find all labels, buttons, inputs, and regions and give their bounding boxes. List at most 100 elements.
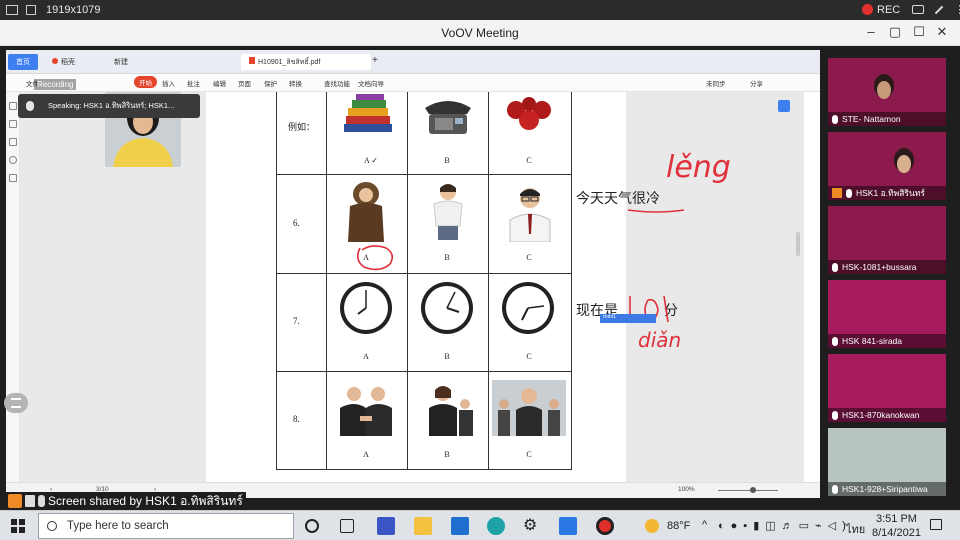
window-title: VoOV Meeting [441,26,519,40]
restore-icon[interactable]: ▢ [886,24,904,40]
tab-home[interactable]: 首页 [8,54,38,70]
bookmark-icon[interactable] [9,120,17,128]
participant-mic-icon [832,336,838,346]
menu-start[interactable]: 开始 [134,76,157,88]
stamp-icon[interactable] [9,174,17,182]
telephone-image [425,101,471,134]
menu-page[interactable]: 页面 [238,78,251,88]
weather-temp[interactable]: 88°F [667,520,690,532]
participant-tile[interactable]: HSK-1081+bussara [828,206,946,274]
participant-mic-icon [846,188,852,198]
more-icon[interactable]: ⋮ [954,3,960,16]
books-image [344,94,392,132]
task-view-icon[interactable] [340,519,354,533]
clock-date[interactable]: 8/14/2021 [872,527,921,539]
window-icon[interactable] [6,5,18,15]
sync-status[interactable]: 未同步 [706,78,726,88]
windows-start-icon[interactable] [11,519,25,533]
participant-tile[interactable]: HSK1-928+Siripantiwa [828,428,946,496]
file-explorer-icon[interactable] [414,517,432,535]
minimize-icon[interactable]: – [862,24,880,39]
rec-label: REC [877,3,901,16]
close-icon[interactable]: ✕ [933,24,951,40]
mail-icon[interactable] [451,517,469,535]
menu-doc-guide[interactable]: 文档向导 [358,78,384,88]
menu-comment[interactable]: 批注 [187,78,200,88]
menu-find[interactable]: 查找功能 [324,78,350,88]
pdf-icon [249,57,255,64]
participant-tile[interactable]: HSK 841-sirada [828,280,946,348]
zoom-level[interactable]: 100% [678,486,695,493]
settings-icon[interactable]: ⚙ [523,515,541,534]
two-businessmen-image [340,387,392,436]
resolution-label: 1919x1079 [46,4,101,16]
winter-coat-woman-image [348,182,384,242]
participant-tile[interactable]: HSK1 อ.ทิพสิรินทร์ [828,132,946,200]
search-placeholder: Type here to search [67,520,169,532]
share-button[interactable]: 分享 [750,78,763,88]
woman-white-shirt-image [433,184,463,240]
maximize-icon[interactable]: ☐ [910,24,928,40]
pen-icon[interactable] [934,5,944,14]
q6-option-b: B [444,253,450,262]
thumbnail-icon[interactable] [9,102,17,110]
menu-insert[interactable]: 插入 [162,78,175,88]
whiteboard-app-icon[interactable] [377,517,395,535]
tray-chevron-icon[interactable]: ^ [702,519,707,531]
tab-docer[interactable]: 稻壳 [44,54,83,70]
taskbar-search[interactable]: Type here to search [38,513,294,539]
notification-icon[interactable] [930,519,942,530]
zoom-slider-handle[interactable] [750,487,756,493]
share-screen-icon [25,495,35,507]
wps-float-icon[interactable] [778,100,790,112]
option-c-label: C [526,156,532,165]
man-glasses-image [509,188,551,242]
menu-convert[interactable]: 转换 [289,78,302,88]
participant-name: HSK1-870kanokwan [842,410,920,420]
tray-icons[interactable]: ◐●▪▮◫♬▭⌁◁) [718,519,852,532]
speaking-indicator: Speaking: HSK1 อ.ทิพสิรินทร์; HSK1... [18,94,200,118]
cursor-label: mini1 [600,314,656,323]
menu-edit[interactable]: 编辑 [213,78,226,88]
microphone-icon [26,101,34,111]
camera-icon[interactable] [912,5,925,14]
menu-protect[interactable]: 保护 [264,78,277,88]
participant-name: HSK 841-sirada [842,336,903,346]
comment-icon[interactable] [9,138,17,146]
participant-mic-icon [832,262,838,272]
window-titlebar: VoOV Meeting – ▢ ☐ ✕ [0,20,960,46]
input-language[interactable]: ไทย [846,520,865,538]
list-icon [11,398,21,408]
edge-icon[interactable] [487,517,505,535]
rec-indicator[interactable]: REC ⋮ [862,3,960,16]
participant-name: HSK1 อ.ทิพสิรินทร์ [856,188,925,198]
voov-meeting-icon[interactable] [559,517,577,535]
attachment-icon[interactable] [9,156,17,164]
q6-option-a: A [363,253,369,262]
businesswoman-image [429,386,473,436]
clock-time[interactable]: 3:51 PM [876,513,917,525]
toolbar-toggle-handle[interactable] [4,393,28,413]
record-app-icon[interactable] [596,517,614,535]
pdf-side-toolbar [6,92,20,482]
q8-option-a: A [363,450,369,459]
cortana-icon[interactable] [305,519,319,533]
weather-icon[interactable] [645,519,659,533]
participant-tile[interactable]: STE- Nattamon [828,58,946,126]
tab-pdf[interactable]: H10901_ลิขสิทธิ์.pdf [241,54,371,70]
example-answer: A ✓ [363,156,379,165]
fullscreen-icon[interactable] [26,5,36,15]
wps-tab-bar: 首页 稻壳 新建 H10901_ลิขสิทธิ์.pdf + [6,50,820,74]
vertical-scrollbar[interactable] [796,232,800,256]
clock-a-image [340,282,392,334]
q6-option-c: C [526,253,532,262]
add-tab-icon[interactable]: + [372,55,378,66]
pinyin-dian: diǎn [638,328,682,352]
wps-ribbon: 文件 开始 插入 批注 编辑 页面 保护 转换 查找功能 文档向导 未同步 分享 [6,74,820,92]
participant-tile[interactable]: HSK1-870kanokwan [828,354,946,422]
zoom-slider[interactable] [718,490,778,491]
participant-list: STE- Nattamon HSK1 อ.ทิพสิรินทร์ HSK-108… [826,58,948,498]
answer-table: 例如： A ✓ B C 6. A B C 7. A B C 8. A B C [276,92,572,470]
tab-new[interactable]: 新建 [106,54,136,70]
question-7-number: 7. [293,316,300,326]
